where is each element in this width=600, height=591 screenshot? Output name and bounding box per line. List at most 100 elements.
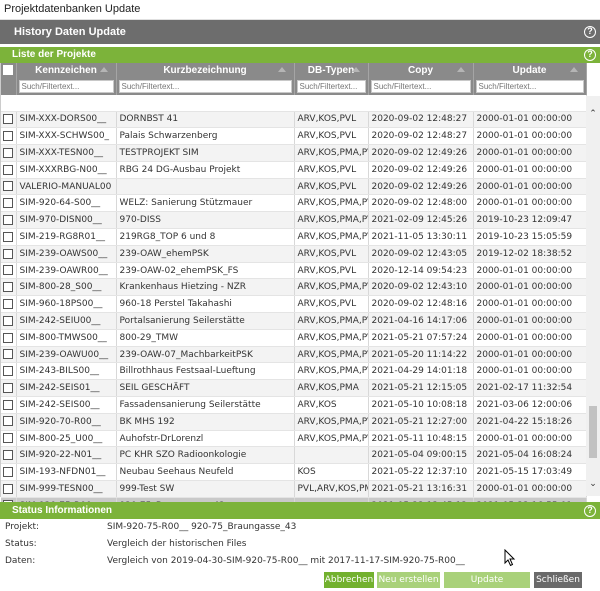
- filter-input-update[interactable]: [475, 79, 584, 93]
- table-row[interactable]: SIM-243-BILS00__ Billrothhaus Festsaal-Lu…: [1, 362, 587, 381]
- kurzbezeichnung-cell: WELZ: Sanierung Stützmauer: [116, 194, 295, 213]
- table-row[interactable]: SIM-239-OAWU00__ 239-OAW-07_MachbarkeitPS…: [1, 346, 587, 364]
- table-row[interactable]: SIM-193-NFDN01__ Neubau Seehaus Neufeld KO…: [1, 463, 587, 482]
- table-row[interactable]: SIM-920-22-N01__ PC KHR SZO Radioonkologi…: [1, 446, 587, 465]
- update-cell: 2000-01-01 00:00:00: [473, 329, 587, 347]
- sort-arrow-icon[interactable]: [456, 67, 465, 72]
- row-checkbox[interactable]: [3, 433, 13, 444]
- table-row[interactable]: SIM-219-RG8R01__ 219RG8_TOP 6 und 8 ARV,KO…: [1, 228, 587, 246]
- table-row[interactable]: SIM-800-28_S00__ Krankenhaus Hietzing - N…: [1, 278, 587, 297]
- help-icon[interactable]: ?: [584, 49, 596, 61]
- help-icon[interactable]: ?: [584, 26, 596, 38]
- scrollbar-thumb[interactable]: [589, 406, 597, 458]
- column-header-kennzeichen[interactable]: Kennzeichen: [16, 63, 117, 78]
- table-row[interactable]: SIM-242-SEIS01__ SEIL GESCHÄFT ARV,KOS,PMA…: [1, 379, 587, 398]
- row-checkbox[interactable]: [3, 248, 13, 259]
- table-row[interactable]: SIM-XXXRBG-N00__ RBG 24 DG-Ausbau Projekt…: [1, 161, 587, 179]
- kennzeichen-cell: SIM-239-OAWU00__: [16, 346, 117, 364]
- kennzeichen-cell: VALERIO-MANUAL00: [16, 178, 117, 196]
- row-checkbox[interactable]: [3, 315, 13, 326]
- sort-arrow-icon[interactable]: [277, 67, 286, 72]
- column-header-db-typen[interactable]: DB-Typen: [294, 63, 369, 78]
- update-cell: 2019-10-23 12:09:47: [473, 211, 587, 230]
- select-all-checkbox[interactable]: [3, 65, 14, 76]
- scroll-down-icon[interactable]: ⌄: [588, 478, 598, 488]
- table-row[interactable]: SIM-XXX-SCHWS00_ Palais Schwarzenberg ARV,…: [1, 127, 587, 146]
- copy-cell: 2021-05-21 07:57:24: [368, 329, 474, 347]
- row-checkbox[interactable]: [3, 450, 13, 461]
- select-all-header[interactable]: [1, 63, 17, 78]
- table-row[interactable]: VALERIO-MANUAL00 ARV,KOS,PVL 2020-09-02 12…: [1, 178, 587, 196]
- help-icon[interactable]: ?: [584, 504, 596, 517]
- row-checkbox[interactable]: [3, 214, 13, 225]
- update-cell: 2000-01-01 00:00:00: [473, 430, 587, 448]
- sort-arrow-icon[interactable]: [351, 67, 360, 72]
- row-checkbox[interactable]: [3, 382, 13, 393]
- row-checkbox[interactable]: [3, 483, 13, 494]
- sort-arrow-icon[interactable]: [569, 67, 578, 72]
- table-row[interactable]: SIM-800-25_U00__ Auhofstr-DrLorenzl ARV,KO…: [1, 430, 587, 448]
- filter-input-copy[interactable]: [370, 79, 471, 93]
- table-row[interactable]: SIM-239-OAWR00__ 239-OAW-02_ehemPSK_FS ARV…: [1, 262, 587, 280]
- projects-section-header[interactable]: Liste der Projekte ?: [0, 47, 600, 63]
- row-checkbox[interactable]: [3, 466, 13, 477]
- copy-cell: 2021-05-20 11:14:22: [368, 346, 474, 364]
- table-row[interactable]: SIM-242-SEIS00__ Fassadensanierung Seiler…: [1, 396, 587, 414]
- db-typen-cell: PVL,ARV,KOS,PMA: [294, 480, 369, 498]
- status-section-header[interactable]: Status Informationen ?: [0, 502, 600, 519]
- copy-cell: 2021-11-05 13:30:11: [368, 228, 474, 246]
- run-update-button[interactable]: Update durchführen: [444, 572, 530, 588]
- row-checkbox[interactable]: [3, 416, 13, 427]
- sort-arrow-icon[interactable]: [99, 67, 108, 72]
- table-row[interactable]: SIM-960-18PS00__ 960-18 Perstel Takahashi…: [1, 295, 587, 314]
- table-row[interactable]: SIM-800-TMWS00__800-29_TMWARV,KOS,PMA,PV…: [1, 329, 587, 347]
- kennzeichen-cell: SIM-920-70-R00__: [16, 413, 117, 431]
- column-header-update[interactable]: Update: [473, 63, 587, 78]
- row-checkbox[interactable]: [3, 130, 13, 141]
- row-checkbox[interactable]: [3, 366, 13, 377]
- row-checkbox[interactable]: [3, 114, 13, 125]
- row-checkbox[interactable]: [3, 282, 13, 293]
- row-checkbox[interactable]: [3, 298, 13, 309]
- column-header-copy[interactable]: Copy: [368, 63, 474, 78]
- row-checkbox[interactable]: [3, 181, 13, 192]
- filter-input-db-typen[interactable]: [296, 79, 366, 93]
- table-row[interactable]: SIM-239-OAWS00__ 239-OAW_ehemPSK ARV,KOS,P…: [1, 245, 587, 263]
- update-cell: 2000-01-01 00:00:00: [473, 111, 587, 129]
- column-header-label: Copy: [408, 65, 433, 76]
- row-checkbox[interactable]: [3, 231, 13, 242]
- table-row[interactable]: SIM-920-70-R00__BK MHS 192ARV,KOS,PMA,PV…: [1, 413, 587, 431]
- kurzbezeichnung-cell: Palais Schwarzenberg: [116, 127, 295, 146]
- create-new-button[interactable]: Neu erstellen: [377, 572, 440, 588]
- history-section-header[interactable]: History Daten Update ?: [0, 20, 600, 44]
- db-typen-cell: ARV,KOS,PVL: [294, 111, 369, 129]
- update-cell: 2021-02-17 11:32:54: [473, 379, 587, 398]
- row-checkbox[interactable]: [3, 332, 13, 343]
- table-row[interactable]: SIM-920-64-S00__ WELZ: Sanierung Stützmau…: [1, 194, 587, 213]
- row-select-cell: [1, 111, 17, 129]
- filter-input-kurzbezeichnung[interactable]: [118, 79, 292, 93]
- table-row[interactable]: SIM-XXX-TESN00__ TESTPROJEKT SIM ARV,KOS,P…: [1, 144, 587, 162]
- row-select-cell: [1, 312, 17, 330]
- scroll-up-icon[interactable]: ⌃: [588, 108, 598, 118]
- table-row[interactable]: SIM-XXX-DORS00__ DORNBST 41 ARV,KOS,PVL 202…: [1, 111, 587, 129]
- kurzbezeichnung-cell: Fassadensanierung Seilerstätte: [116, 396, 295, 414]
- row-checkbox[interactable]: [3, 399, 13, 410]
- table-row[interactable]: SIM-242-SEIU00__ Portalsanierung Seilerst…: [1, 312, 587, 330]
- filter-input-kennzeichen[interactable]: [18, 79, 114, 93]
- row-checkbox[interactable]: [3, 164, 13, 175]
- column-header-kurzbezeichnung[interactable]: Kurzbezeichnung: [116, 63, 295, 78]
- vertical-scrollbar[interactable]: ⌃ ⌄: [586, 96, 600, 496]
- close-button[interactable]: Schließen: [534, 572, 582, 588]
- row-checkbox[interactable]: [3, 147, 13, 158]
- table-row[interactable]: SIM-999-TESN00__ 999-Test SW PVL,ARV,KOS,P…: [1, 480, 587, 498]
- kurzbezeichnung-cell: 239-OAW-02_ehemPSK_FS: [116, 262, 295, 280]
- row-checkbox[interactable]: [3, 265, 13, 276]
- cancel-button[interactable]: Abbrechen: [324, 572, 374, 588]
- row-checkbox[interactable]: [3, 198, 13, 209]
- db-typen-cell: ARV,KOS,PMA,PVL: [294, 413, 369, 431]
- table-row[interactable]: SIM-970-DISN00__970-DISSARV,KOS,PMA,PVL2…: [1, 211, 587, 230]
- row-checkbox[interactable]: [3, 349, 13, 360]
- db-typen-cell: ARV,KOS,PVL: [294, 127, 369, 146]
- db-typen-cell: KOS: [294, 463, 369, 482]
